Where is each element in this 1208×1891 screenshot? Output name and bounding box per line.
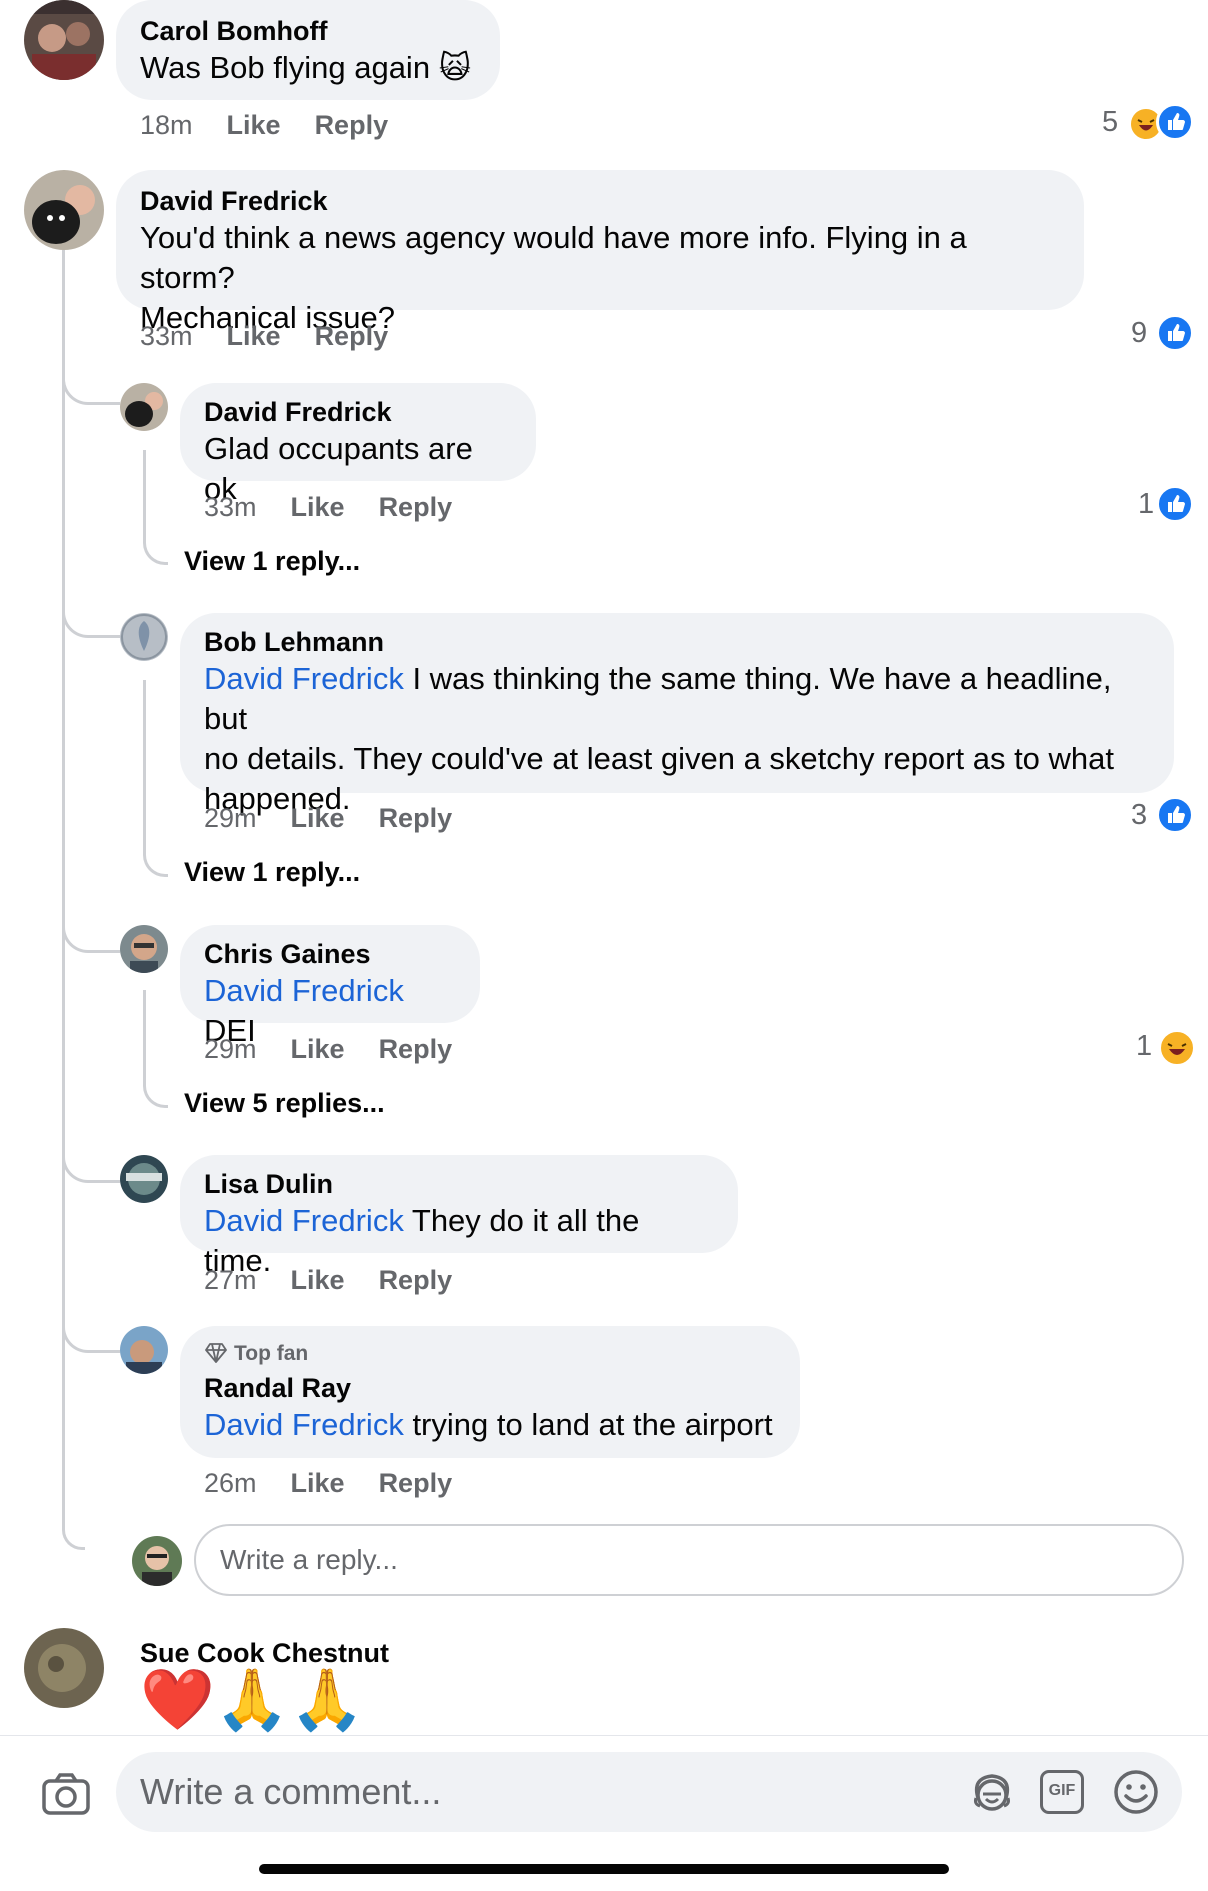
commenter-name[interactable]: Chris Gaines xyxy=(204,937,456,971)
comment-text: You'd think a news agency would have mor… xyxy=(140,220,967,295)
reply-bubble: Lisa Dulin David Fredrick They do it all… xyxy=(180,1155,738,1278)
mention-link[interactable]: David Fredrick xyxy=(204,661,404,696)
haha-icon xyxy=(1158,1029,1196,1067)
like-button[interactable]: Like xyxy=(227,110,281,140)
reply-bubble: Bob Lehmann David Fredrick I was thinkin… xyxy=(180,613,1174,816)
reply-input-placeholder: Write a reply... xyxy=(220,1544,398,1575)
reply-button[interactable]: Reply xyxy=(379,492,453,522)
pray-emoji: 🙏 xyxy=(289,1666,365,1733)
reply-meta: 27m Like Reply xyxy=(204,1265,486,1296)
view-replies-link[interactable]: View 1 reply... xyxy=(184,546,360,577)
reply-meta: 26m Like Reply xyxy=(204,1468,486,1499)
emoji-comment: ❤️🙏🙏 xyxy=(140,1665,364,1735)
like-icon xyxy=(1156,485,1194,523)
avatar[interactable] xyxy=(24,0,104,80)
comment-meta: 18m Like Reply xyxy=(140,110,422,141)
timestamp: 33m xyxy=(140,321,193,351)
comment-bubble: David Fredrick You'd think a news agency… xyxy=(116,170,1084,335)
timestamp: 18m xyxy=(140,110,193,140)
avatar[interactable] xyxy=(120,1155,168,1203)
reply-meta: 29m Like Reply xyxy=(204,1034,486,1065)
commenter-name[interactable]: David Fredrick xyxy=(140,184,1060,218)
subthread-line xyxy=(143,450,168,565)
emoji: 🙀 xyxy=(438,50,472,85)
timestamp: 29m xyxy=(204,803,257,833)
like-button[interactable]: Like xyxy=(291,1468,345,1498)
commenter-name[interactable]: Carol Bomhoff xyxy=(140,14,476,48)
timestamp: 33m xyxy=(204,492,257,522)
mention-link[interactable]: David Fredrick xyxy=(204,1407,404,1442)
subthread-line xyxy=(143,990,168,1108)
gif-label: GIF xyxy=(1048,1782,1076,1799)
avatar[interactable] xyxy=(120,925,168,973)
commenter-name[interactable]: Randal Ray xyxy=(204,1371,776,1405)
reaction-count[interactable]: 3 xyxy=(1131,799,1147,832)
like-button[interactable]: Like xyxy=(291,1265,345,1295)
avatar[interactable] xyxy=(24,1628,104,1708)
emoji-icon[interactable] xyxy=(1112,1768,1160,1816)
avatar[interactable] xyxy=(120,383,168,431)
avatar[interactable] xyxy=(120,1326,168,1374)
timestamp: 29m xyxy=(204,1034,257,1064)
reply-button[interactable]: Reply xyxy=(379,1468,453,1498)
commenter-name[interactable]: David Fredrick xyxy=(204,395,512,429)
reply-text: no details. They could've at least given… xyxy=(204,741,1115,776)
like-icon xyxy=(1156,314,1194,352)
comment-text: Was Bob flying again 🙀 xyxy=(140,50,472,85)
reply-meta: 29m Like Reply xyxy=(204,803,486,834)
pray-emoji: 🙏 xyxy=(214,1666,290,1733)
composer-bar: Write a comment... GIF xyxy=(0,1735,1208,1891)
reply-button[interactable]: Reply xyxy=(315,321,389,351)
reaction-count[interactable]: 1 xyxy=(1136,1030,1152,1063)
camera-icon[interactable] xyxy=(40,1769,92,1821)
reaction-count[interactable]: 9 xyxy=(1131,317,1147,350)
thread-line-main xyxy=(62,245,85,1550)
reply-meta: 33m Like Reply xyxy=(204,492,486,523)
like-icon xyxy=(1156,796,1194,834)
reply-text: David Fredrick trying to land at the air… xyxy=(204,1407,773,1442)
timestamp: 26m xyxy=(204,1468,257,1498)
reply-bubble: Chris Gaines David Fredrick DEI xyxy=(180,925,480,1048)
view-replies-link[interactable]: View 5 replies... xyxy=(184,1088,385,1119)
mention-link[interactable]: David Fredrick xyxy=(204,973,404,1008)
reply-bubble: David Fredrick Glad occupants are ok xyxy=(180,383,536,506)
diamond-icon xyxy=(204,1343,228,1371)
reply-input[interactable]: Write a reply... xyxy=(194,1524,1184,1596)
avatar[interactable] xyxy=(120,613,168,661)
heart-emoji: ❤️ xyxy=(140,1666,215,1733)
timestamp: 27m xyxy=(204,1265,257,1295)
reply-bubble: Top fan Randal Ray David Fredrick trying… xyxy=(180,1326,800,1458)
comment-meta: 33m Like Reply xyxy=(140,321,422,352)
like-button[interactable]: Like xyxy=(291,492,345,522)
reply-button[interactable]: Reply xyxy=(379,1265,453,1295)
like-icon xyxy=(1156,103,1194,141)
top-fan-badge: Top fan xyxy=(204,1340,776,1371)
reaction-count[interactable]: 5 xyxy=(1102,106,1118,139)
comment-bubble: Carol Bomhoff Was Bob flying again 🙀 xyxy=(116,0,500,100)
like-button[interactable]: Like xyxy=(291,1034,345,1064)
home-indicator xyxy=(259,1864,949,1874)
reaction-count[interactable]: 1 xyxy=(1138,488,1154,521)
reply-button[interactable]: Reply xyxy=(379,1034,453,1064)
commenter-name[interactable]: Lisa Dulin xyxy=(204,1167,714,1201)
like-button[interactable]: Like xyxy=(227,321,281,351)
avatar[interactable] xyxy=(24,170,104,250)
subthread-line xyxy=(143,680,168,877)
comment-input-placeholder: Write a comment... xyxy=(140,1771,442,1812)
avatar-sticker-icon[interactable] xyxy=(968,1768,1016,1816)
like-button[interactable]: Like xyxy=(291,803,345,833)
mention-link[interactable]: David Fredrick xyxy=(204,1203,404,1238)
reply-text: David Fredrick I was thinking the same t… xyxy=(204,661,1112,736)
view-replies-link[interactable]: View 1 reply... xyxy=(184,857,360,888)
commenter-name[interactable]: Bob Lehmann xyxy=(204,625,1150,659)
comment-input[interactable]: Write a comment... GIF xyxy=(116,1752,1182,1832)
current-user-avatar xyxy=(132,1536,182,1586)
reply-button[interactable]: Reply xyxy=(379,803,453,833)
reply-button[interactable]: Reply xyxy=(315,110,389,140)
gif-icon[interactable]: GIF xyxy=(1040,1770,1084,1814)
